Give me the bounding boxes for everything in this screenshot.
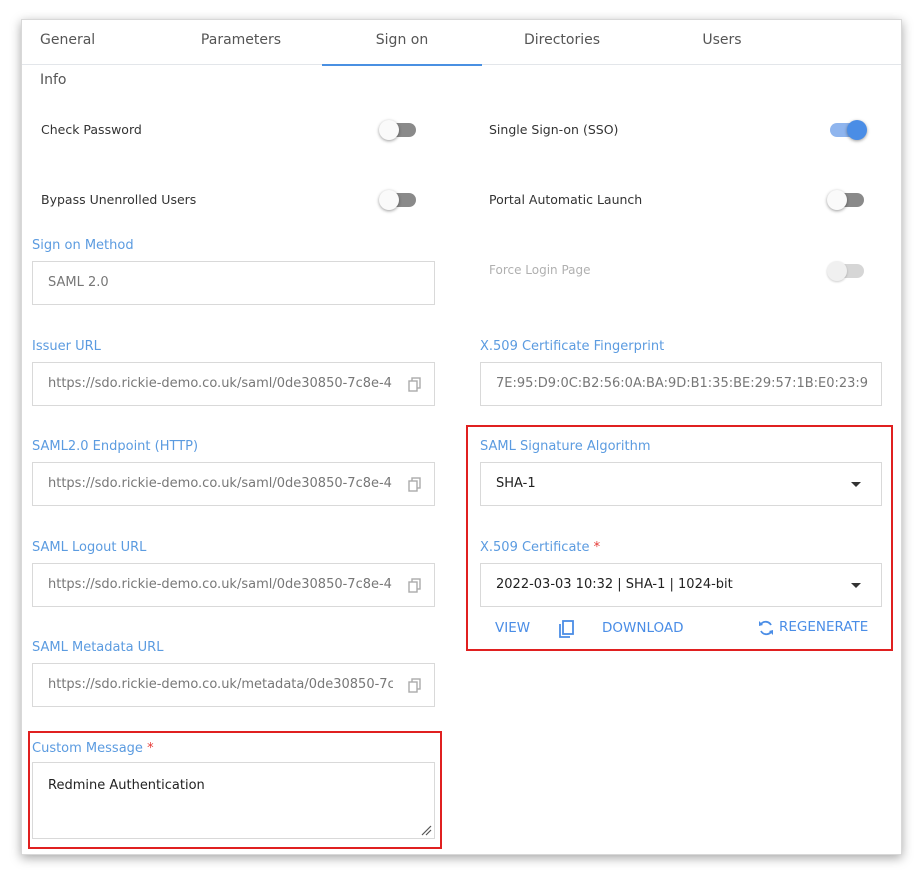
saml-logout-field[interactable]: https://sdo.rickie-demo.co.uk/saml/0de30…	[32, 563, 435, 607]
sign-on-method-value: SAML 2.0	[48, 275, 109, 290]
tab-bar: General Info Parameters Sign on Director…	[22, 20, 901, 88]
check-password-toggle[interactable]	[379, 120, 416, 140]
issuer-url-value: https://sdo.rickie-demo.co.uk/saml/0de30…	[48, 376, 393, 391]
bypass-unenrolled-toggle[interactable]	[379, 190, 416, 210]
tab-directories[interactable]: Directories	[512, 20, 612, 64]
saml-metadata-field[interactable]: https://sdo.rickie-demo.co.uk/metadata/0…	[32, 663, 435, 707]
certificate-label-text: X.509 Certificate	[480, 540, 590, 555]
required-asterisk: *	[147, 741, 154, 756]
tab-users[interactable]: Users	[682, 20, 762, 64]
copy-icon[interactable]	[557, 620, 575, 640]
bypass-unenrolled-label: Bypass Unenrolled Users	[41, 192, 197, 207]
sign-on-method-label: Sign on Method	[32, 238, 134, 253]
signature-algorithm-label: SAML Signature Algorithm	[480, 439, 651, 454]
refresh-icon[interactable]	[758, 619, 774, 637]
custom-message-value: Redmine Authentication	[48, 778, 205, 793]
saml-logout-value: https://sdo.rickie-demo.co.uk/saml/0de30…	[48, 577, 393, 592]
sign-on-method-field: SAML 2.0	[32, 261, 435, 305]
signature-algorithm-select[interactable]: SHA-1	[480, 462, 882, 506]
issuer-url-field[interactable]: https://sdo.rickie-demo.co.uk/saml/0de30…	[32, 362, 435, 406]
sso-toggle[interactable]	[830, 120, 867, 140]
check-password-label: Check Password	[41, 122, 142, 137]
force-login-page-label: Force Login Page	[489, 263, 591, 277]
copy-icon[interactable]	[408, 477, 422, 493]
force-login-page-toggle	[827, 261, 864, 281]
certificate-value: 2022-03-03 10:32 | SHA-1 | 1024-bit	[496, 577, 733, 592]
saml-metadata-label: SAML Metadata URL	[32, 640, 164, 655]
issuer-url-label: Issuer URL	[32, 339, 101, 354]
tab-sign-on[interactable]: Sign on	[322, 20, 482, 66]
tab-general-info[interactable]: General Info	[40, 20, 120, 88]
custom-message-label: Custom Message *	[32, 741, 154, 756]
view-button[interactable]: VIEW	[495, 620, 530, 636]
saml-endpoint-value: https://sdo.rickie-demo.co.uk/saml/0de30…	[48, 476, 393, 491]
download-button[interactable]: DOWNLOAD	[602, 620, 684, 636]
portal-auto-launch-label: Portal Automatic Launch	[489, 192, 643, 207]
copy-icon[interactable]	[408, 377, 422, 393]
copy-icon[interactable]	[408, 578, 422, 594]
portal-auto-launch-toggle[interactable]	[827, 190, 864, 210]
custom-message-textarea[interactable]: Redmine Authentication	[32, 762, 435, 839]
certificate-settings-highlight	[466, 425, 893, 651]
required-asterisk: *	[593, 540, 601, 555]
saml-endpoint-field[interactable]: https://sdo.rickie-demo.co.uk/saml/0de30…	[32, 462, 435, 506]
signature-algorithm-value: SHA-1	[496, 476, 536, 491]
copy-icon[interactable]	[408, 678, 422, 694]
saml-metadata-value: https://sdo.rickie-demo.co.uk/metadata/0…	[48, 677, 393, 692]
sso-label: Single Sign-on (SSO)	[489, 122, 619, 137]
resize-handle-icon[interactable]	[420, 824, 432, 836]
saml-endpoint-label: SAML2.0 Endpoint (HTTP)	[32, 439, 199, 454]
fingerprint-label: X.509 Certificate Fingerprint	[480, 339, 665, 354]
certificate-label: X.509 Certificate *	[480, 540, 600, 555]
application-settings-panel: General Info Parameters Sign on Director…	[21, 19, 902, 855]
fingerprint-value: 7E:95:D9:0C:B2:56:0A:BA:9D:B1:35:BE:29:5…	[496, 376, 868, 391]
tab-parameters[interactable]: Parameters	[192, 20, 290, 64]
fingerprint-field: 7E:95:D9:0C:B2:56:0A:BA:9D:B1:35:BE:29:5…	[480, 362, 882, 406]
regenerate-button[interactable]: REGENERATE	[779, 619, 868, 635]
certificate-select[interactable]: 2022-03-03 10:32 | SHA-1 | 1024-bit	[480, 563, 882, 607]
chevron-down-icon	[851, 583, 861, 588]
custom-message-label-text: Custom Message	[32, 741, 143, 756]
chevron-down-icon	[851, 482, 861, 487]
saml-logout-label: SAML Logout URL	[32, 540, 147, 555]
